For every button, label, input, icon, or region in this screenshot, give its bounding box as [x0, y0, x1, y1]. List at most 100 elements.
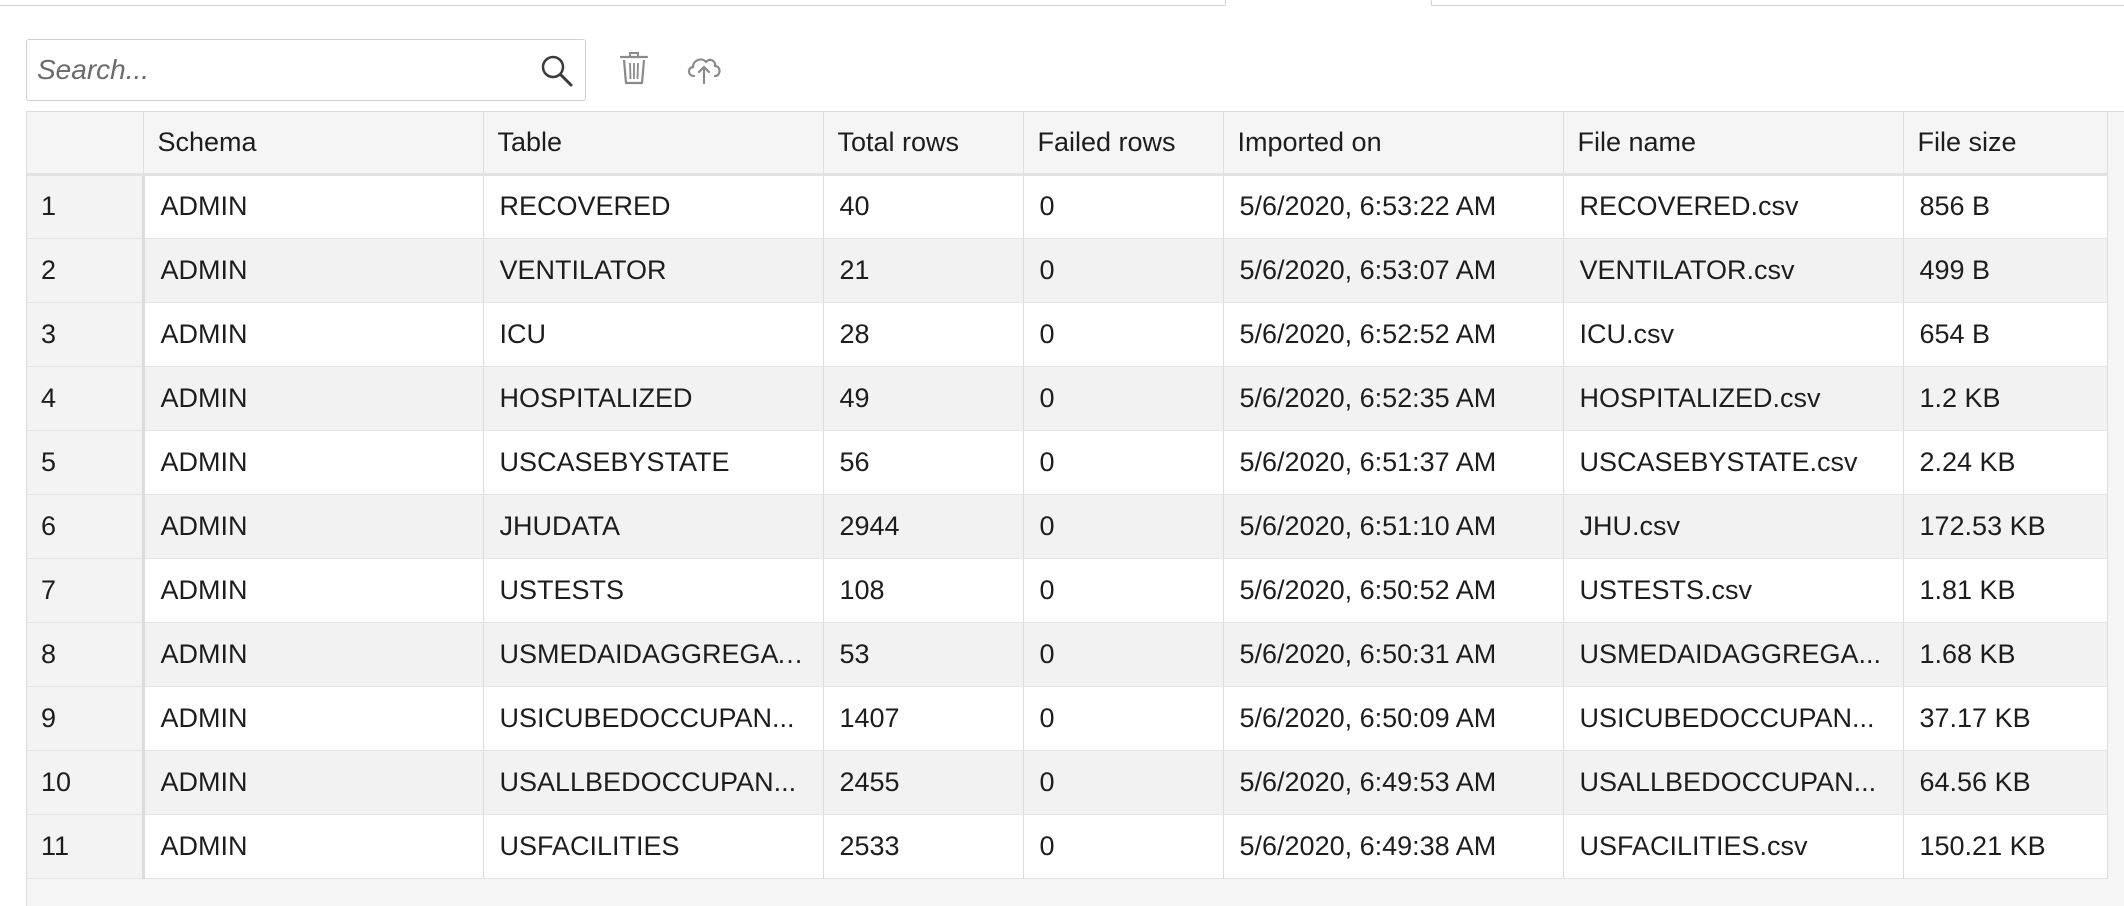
cell-imported-on: 5/6/2020, 6:53:07 AM	[1223, 238, 1564, 303]
cell-failed-rows: 0	[1023, 430, 1224, 495]
row-number: 3	[27, 302, 145, 367]
row-number: 11	[27, 814, 145, 879]
column-header-file-size[interactable]: File size	[1903, 112, 2108, 176]
cell-table: USTESTS	[483, 558, 824, 623]
cell-table: VENTILATOR	[483, 238, 824, 303]
table-row[interactable]: 6 ADMIN JHUDATA 2944 0 5/6/2020, 6:51:10 AM JH…	[27, 494, 2108, 559]
table-row[interactable]: 4 ADMIN HOSPITALIZED 49 0 5/6/2020, 6:52:35 A…	[27, 366, 2108, 431]
toolbar	[26, 38, 726, 102]
cell-file-name: USTESTS.csv	[1563, 558, 1904, 623]
cell-file-size: 172.53 KB	[1903, 494, 2108, 559]
table-row[interactable]: 10 ADMIN USALLBEDOCCUPAN... 2455 0 5/6/2020, …	[27, 750, 2108, 815]
cell-total-rows: 28	[823, 302, 1024, 367]
search-icon[interactable]	[539, 53, 575, 89]
cell-failed-rows: 0	[1023, 494, 1224, 559]
row-number: 2	[27, 238, 145, 303]
delete-button[interactable]	[612, 48, 656, 92]
cell-table: USMEDAIDAGGREGATE	[483, 622, 824, 687]
cell-failed-rows: 0	[1023, 814, 1224, 879]
row-number: 5	[27, 430, 145, 495]
tab-active[interactable]	[1226, 0, 1431, 8]
search-input[interactable]	[27, 40, 537, 100]
row-number: 7	[27, 558, 145, 623]
row-number-header	[27, 112, 144, 176]
cell-file-size: 150.21 KB	[1903, 814, 2108, 879]
search-box	[26, 39, 586, 101]
cell-schema: ADMIN	[143, 238, 484, 303]
cell-imported-on: 5/6/2020, 6:52:35 AM	[1223, 366, 1564, 431]
cell-file-size: 1.2 KB	[1903, 366, 2108, 431]
column-header-schema[interactable]: Schema	[143, 112, 484, 176]
cell-schema: ADMIN	[143, 558, 484, 623]
cell-file-size: 37.17 KB	[1903, 686, 2108, 751]
table-row[interactable]: 11 ADMIN USFACILITIES 2533 0 5/6/2020, 6:49:3…	[27, 814, 2108, 879]
cell-file-name: ICU.csv	[1563, 302, 1904, 367]
cell-total-rows: 2944	[823, 494, 1024, 559]
cell-failed-rows: 0	[1023, 174, 1224, 239]
cell-schema: ADMIN	[143, 622, 484, 687]
cell-file-name: USCASEBYSTATE.csv	[1563, 430, 1904, 495]
cell-schema: ADMIN	[143, 430, 484, 495]
cell-file-name: JHU.csv	[1563, 494, 1904, 559]
row-number: 1	[27, 174, 145, 239]
table-row[interactable]: 8 ADMIN USMEDAIDAGGREGATE 53 0 5/6/2020, 6:50…	[27, 622, 2108, 687]
cell-failed-rows: 0	[1023, 750, 1224, 815]
cell-total-rows: 53	[823, 622, 1024, 687]
cell-table: ICU	[483, 302, 824, 367]
cell-file-name: VENTILATOR.csv	[1563, 238, 1904, 303]
header-row: Schema Table Total rows Failed rows Imported…	[27, 112, 2108, 176]
cell-total-rows: 49	[823, 366, 1024, 431]
trash-icon	[619, 51, 649, 90]
cell-imported-on: 5/6/2020, 6:51:37 AM	[1223, 430, 1564, 495]
cell-imported-on: 5/6/2020, 6:50:52 AM	[1223, 558, 1564, 623]
cell-failed-rows: 0	[1023, 366, 1224, 431]
cell-failed-rows: 0	[1023, 686, 1224, 751]
row-number: 8	[27, 622, 145, 687]
cell-schema: ADMIN	[143, 174, 484, 239]
cell-failed-rows: 0	[1023, 558, 1224, 623]
cell-imported-on: 5/6/2020, 6:49:38 AM	[1223, 814, 1564, 879]
cell-table: RECOVERED	[483, 174, 824, 239]
table-row[interactable]: 5 ADMIN USCASEBYSTATE 56 0 5/6/2020, 6:51:37 …	[27, 430, 2108, 495]
cell-table: HOSPITALIZED	[483, 366, 824, 431]
column-header-table[interactable]: Table	[483, 112, 824, 176]
cell-file-size: 856 B	[1903, 174, 2108, 239]
cell-table: USCASEBYSTATE	[483, 430, 824, 495]
cell-total-rows: 56	[823, 430, 1024, 495]
upload-button[interactable]	[682, 48, 726, 92]
cell-imported-on: 5/6/2020, 6:49:53 AM	[1223, 750, 1564, 815]
cell-file-size: 1.81 KB	[1903, 558, 2108, 623]
column-header-total-rows[interactable]: Total rows	[823, 112, 1024, 176]
cell-table: USICUBEDOCCUPAN...	[483, 686, 824, 751]
column-header-file-name[interactable]: File name	[1563, 112, 1904, 176]
tab-inactive-right[interactable]	[1431, 0, 2124, 6]
cell-schema: ADMIN	[143, 686, 484, 751]
tab-inactive-left[interactable]	[0, 0, 1226, 6]
cell-schema: ADMIN	[143, 494, 484, 559]
cell-schema: ADMIN	[143, 366, 484, 431]
imports-table: Schema Table Total rows Failed rows Imported…	[27, 112, 2108, 879]
table-body: 1 ADMIN RECOVERED 40 0 5/6/2020, 6:53:22 AM RE…	[27, 174, 2108, 879]
column-header-failed-rows[interactable]: Failed rows	[1023, 112, 1224, 176]
cell-imported-on: 5/6/2020, 6:50:09 AM	[1223, 686, 1564, 751]
cell-total-rows: 21	[823, 238, 1024, 303]
cell-file-name: USICUBEDOCCUPAN...	[1563, 686, 1904, 751]
table-row[interactable]: 7 ADMIN USTESTS 108 0 5/6/2020, 6:50:52 AM UST…	[27, 558, 2108, 623]
table-row[interactable]: 3 ADMIN ICU 28 0 5/6/2020, 6:52:52 AM ICU.csv 6…	[27, 302, 2108, 367]
cloud-upload-icon	[684, 51, 724, 90]
cell-imported-on: 5/6/2020, 6:52:52 AM	[1223, 302, 1564, 367]
cell-file-name: HOSPITALIZED.csv	[1563, 366, 1904, 431]
cell-imported-on: 5/6/2020, 6:51:10 AM	[1223, 494, 1564, 559]
table-row[interactable]: 9 ADMIN USICUBEDOCCUPAN... 1407 0 5/6/2020, 6…	[27, 686, 2108, 751]
cell-file-size: 64.56 KB	[1903, 750, 2108, 815]
column-header-imported-on[interactable]: Imported on	[1223, 112, 1564, 176]
table-row[interactable]: 2 ADMIN VENTILATOR 21 0 5/6/2020, 6:53:07 AM V…	[27, 238, 2108, 303]
tab-strip	[0, 0, 2124, 8]
cell-imported-on: 5/6/2020, 6:50:31 AM	[1223, 622, 1564, 687]
cell-file-name: RECOVERED.csv	[1563, 174, 1904, 239]
row-number: 6	[27, 494, 145, 559]
table-row[interactable]: 1 ADMIN RECOVERED 40 0 5/6/2020, 6:53:22 AM RE…	[27, 174, 2108, 239]
cell-table: USALLBEDOCCUPAN...	[483, 750, 824, 815]
cell-failed-rows: 0	[1023, 238, 1224, 303]
cell-total-rows: 40	[823, 174, 1024, 239]
